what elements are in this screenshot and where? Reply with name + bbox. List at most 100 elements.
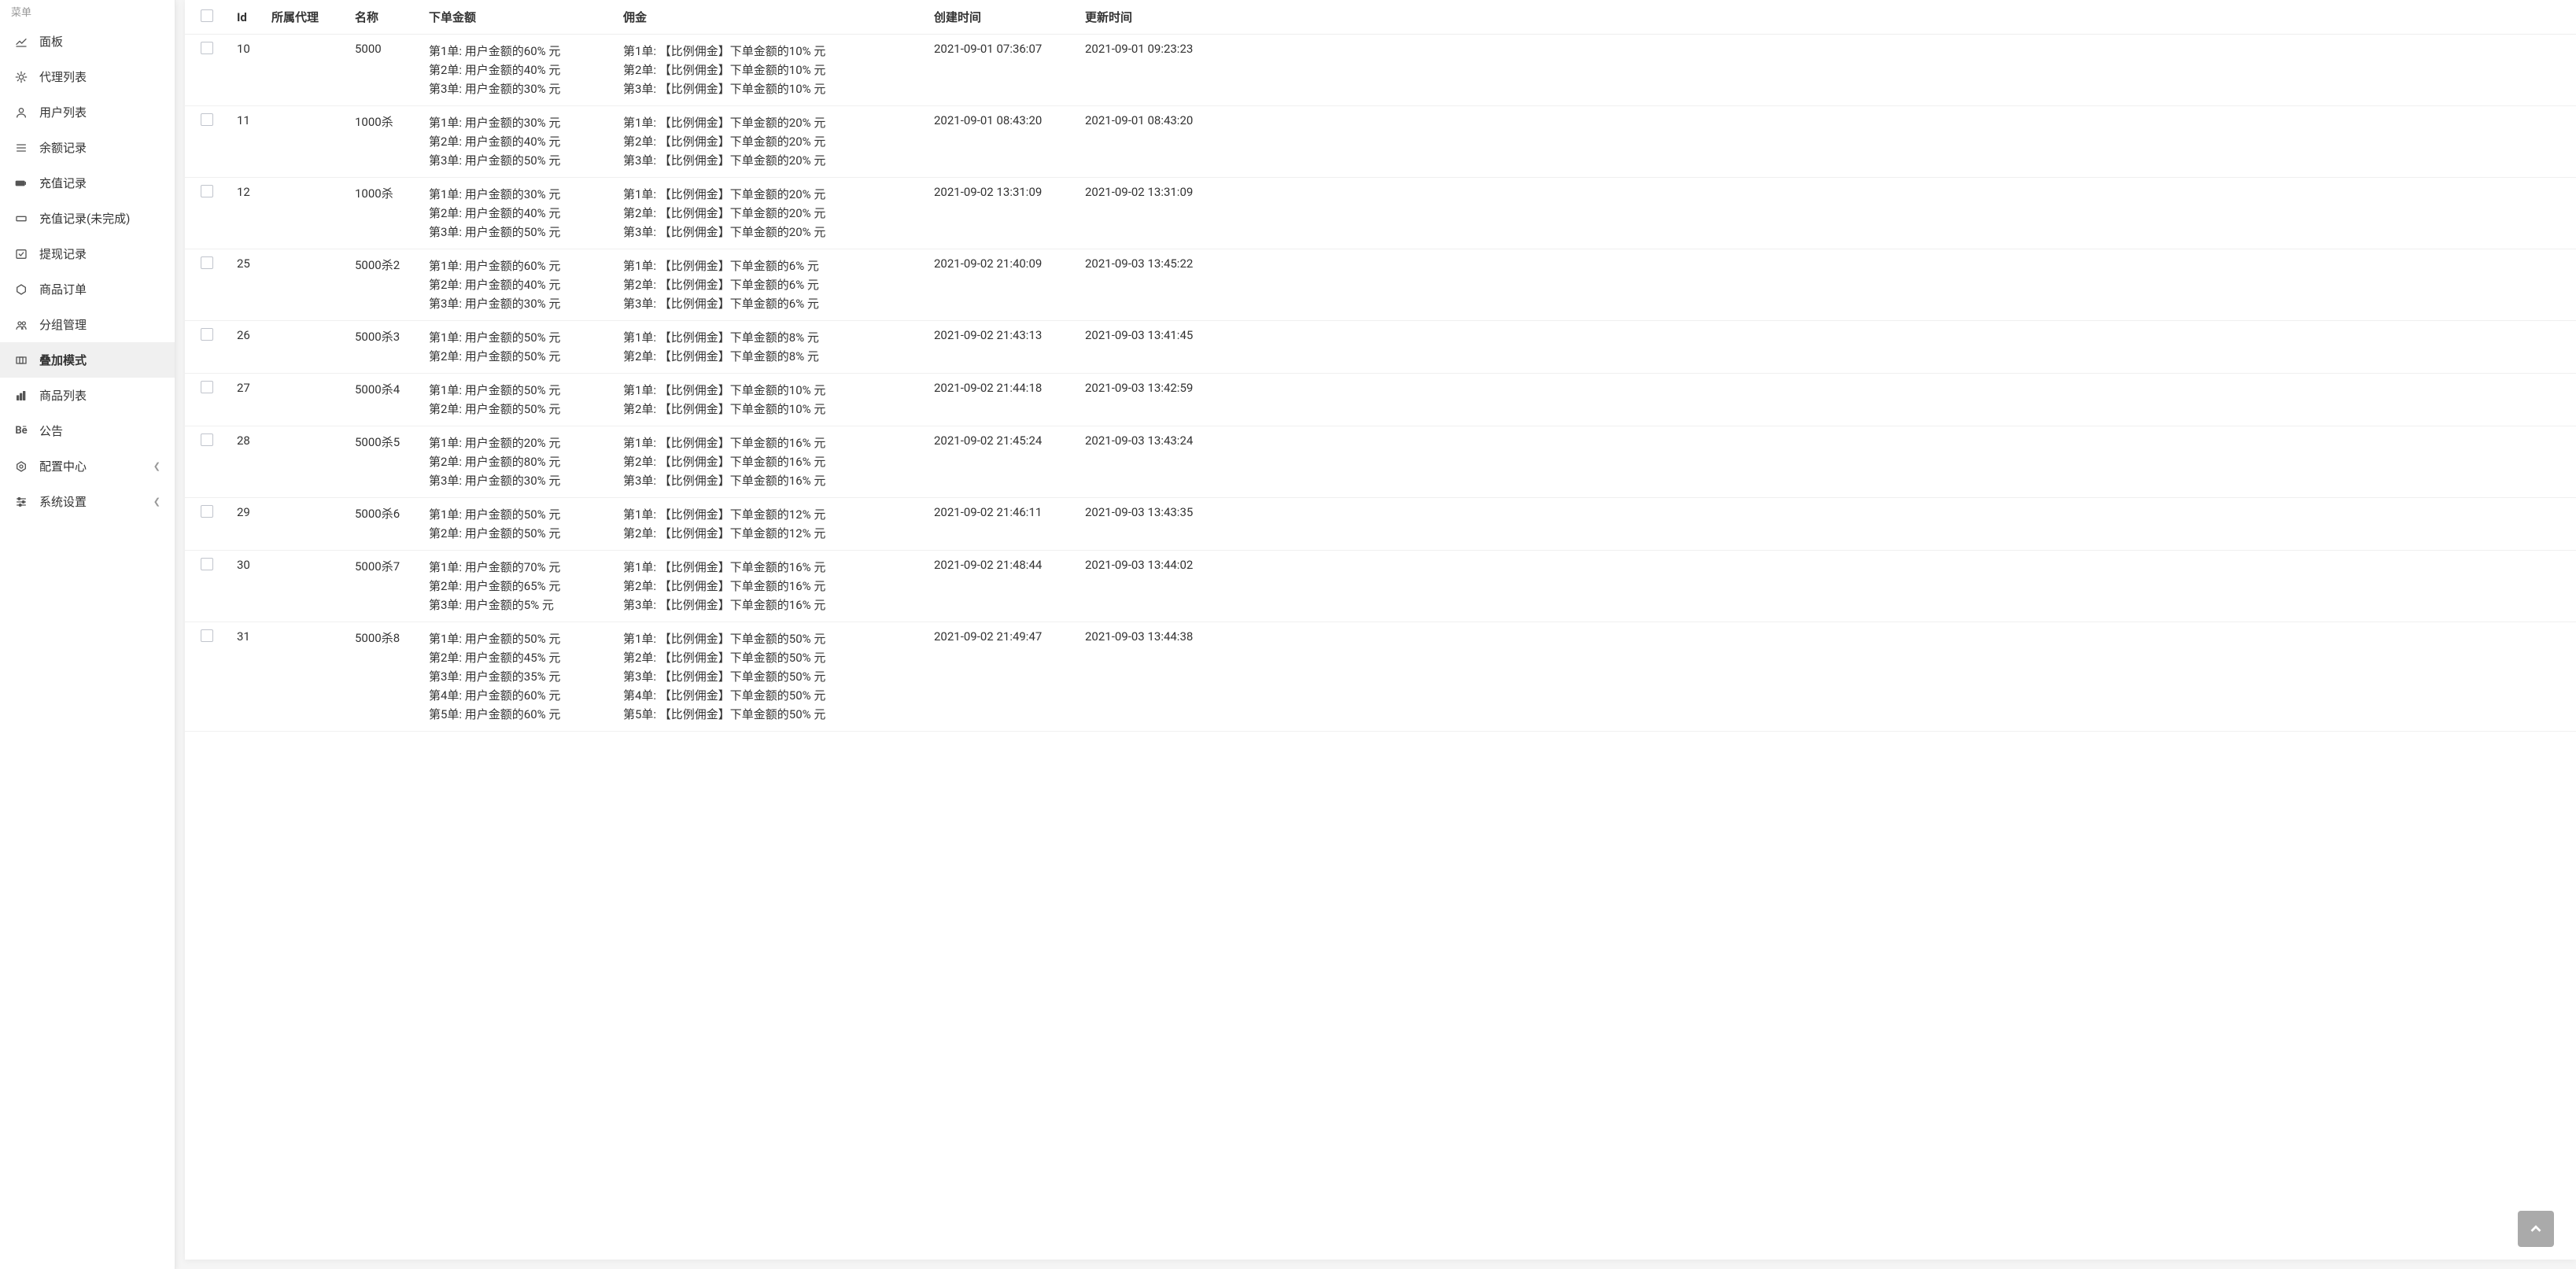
header-created[interactable]: 创建时间 (926, 0, 1077, 35)
users-icon (14, 318, 28, 332)
chart-icon (14, 35, 28, 49)
cell-name: 1000杀 (347, 106, 421, 178)
cell-name: 5000杀8 (347, 622, 421, 732)
sidebar-item-6[interactable]: 提现记录 (0, 236, 175, 271)
cell-updated: 2021-09-03 13:43:24 (1077, 426, 2576, 498)
header-name[interactable]: 名称 (347, 0, 421, 35)
row-checkbox[interactable] (201, 505, 213, 518)
cell-created: 2021-09-02 21:46:11 (926, 498, 1077, 551)
cell-agent (264, 551, 347, 622)
cell-updated: 2021-09-03 13:43:35 (1077, 498, 2576, 551)
table-row[interactable]: 305000杀7第1单: 用户金额的70% 元第2单: 用户金额的65% 元第3… (185, 551, 2576, 622)
row-checkbox[interactable] (201, 433, 213, 446)
select-all-checkbox[interactable] (201, 9, 213, 22)
sidebar-item-label: 商品列表 (39, 387, 161, 404)
header-id[interactable]: Id (229, 0, 264, 35)
row-checkbox[interactable] (201, 629, 213, 642)
sidebar-item-label: 分组管理 (39, 316, 161, 333)
cell-name: 5000杀3 (347, 321, 421, 374)
check-icon (14, 247, 28, 261)
table-row[interactable]: 295000杀6第1单: 用户金额的50% 元第2单: 用户金额的50% 元第1… (185, 498, 2576, 551)
row-checkbox[interactable] (201, 113, 213, 126)
sun-icon (14, 70, 28, 84)
table-row[interactable]: 265000杀3第1单: 用户金额的50% 元第2单: 用户金额的50% 元第1… (185, 321, 2576, 374)
sidebar-item-label: 商品订单 (39, 281, 161, 297)
cell-id: 28 (229, 426, 264, 498)
cell-name: 5000杀2 (347, 249, 421, 321)
header-agent[interactable]: 所属代理 (264, 0, 347, 35)
cell-commission: 第1单: 【比例佣金】下单金额的20% 元第2单: 【比例佣金】下单金额的20%… (615, 106, 926, 178)
cell-commission: 第1单: 【比例佣金】下单金额的20% 元第2单: 【比例佣金】下单金额的20%… (615, 178, 926, 249)
cell-created: 2021-09-02 21:40:09 (926, 249, 1077, 321)
table-row[interactable]: 275000杀4第1单: 用户金额的50% 元第2单: 用户金额的50% 元第1… (185, 374, 2576, 426)
cell-created: 2021-09-02 21:49:47 (926, 622, 1077, 732)
row-checkbox[interactable] (201, 381, 213, 393)
table-row[interactable]: 121000杀第1单: 用户金额的30% 元第2单: 用户金额的40% 元第3单… (185, 178, 2576, 249)
sidebar-item-1[interactable]: 代理列表 (0, 59, 175, 94)
cell-id: 11 (229, 106, 264, 178)
cell-id: 26 (229, 321, 264, 374)
cell-amount: 第1单: 用户金额的50% 元第2单: 用户金额的50% 元 (421, 498, 615, 551)
row-checkbox[interactable] (201, 558, 213, 570)
table-row[interactable]: 315000杀8第1单: 用户金额的50% 元第2单: 用户金额的45% 元第3… (185, 622, 2576, 732)
cell-id: 27 (229, 374, 264, 426)
table-row[interactable]: 111000杀第1单: 用户金额的30% 元第2单: 用户金额的40% 元第3单… (185, 106, 2576, 178)
cell-name: 5000杀7 (347, 551, 421, 622)
cell-agent (264, 106, 347, 178)
sidebar-item-3[interactable]: 余额记录 (0, 130, 175, 165)
cell-updated: 2021-09-03 13:44:02 (1077, 551, 2576, 622)
header-updated[interactable]: 更新时间 (1077, 0, 2576, 35)
cell-created: 2021-09-02 21:43:13 (926, 321, 1077, 374)
sidebar-item-label: 系统设置 (39, 493, 142, 510)
cell-id: 25 (229, 249, 264, 321)
cell-commission: 第1单: 【比例佣金】下单金额的16% 元第2单: 【比例佣金】下单金额的16%… (615, 426, 926, 498)
cell-commission: 第1单: 【比例佣金】下单金额的12% 元第2单: 【比例佣金】下单金额的12%… (615, 498, 926, 551)
header-checkbox-cell (185, 0, 229, 35)
row-checkbox[interactable] (201, 185, 213, 197)
cell-id: 29 (229, 498, 264, 551)
sliders-icon (14, 495, 28, 509)
cell-updated: 2021-09-03 13:41:45 (1077, 321, 2576, 374)
sidebar-item-label: 余额记录 (39, 139, 161, 156)
sidebar-item-8[interactable]: 分组管理 (0, 307, 175, 342)
table-row[interactable]: 255000杀2第1单: 用户金额的60% 元第2单: 用户金额的40% 元第3… (185, 249, 2576, 321)
sidebar-item-0[interactable]: 面板 (0, 24, 175, 59)
header-commission[interactable]: 佣金 (615, 0, 926, 35)
cell-created: 2021-09-01 07:36:07 (926, 35, 1077, 106)
sidebar-item-12[interactable]: 配置中心❮ (0, 448, 175, 484)
cell-agent (264, 35, 347, 106)
header-amount[interactable]: 下单金额 (421, 0, 615, 35)
sidebar-item-label: 代理列表 (39, 68, 161, 85)
cell-amount: 第1单: 用户金额的50% 元第2单: 用户金额的50% 元 (421, 374, 615, 426)
sidebar-item-13[interactable]: 系统设置❮ (0, 484, 175, 519)
sidebar-item-label: 面板 (39, 33, 161, 50)
sidebar-item-10[interactable]: 商品列表 (0, 378, 175, 413)
sidebar-item-label: 充值记录(未完成) (39, 210, 161, 227)
row-checkbox[interactable] (201, 328, 213, 341)
sidebar-item-4[interactable]: 充值记录 (0, 165, 175, 201)
sidebar-item-9[interactable]: 叠加模式 (0, 342, 175, 378)
cell-id: 10 (229, 35, 264, 106)
cell-created: 2021-09-02 21:48:44 (926, 551, 1077, 622)
sidebar-item-5[interactable]: 充值记录(未完成) (0, 201, 175, 236)
row-checkbox[interactable] (201, 256, 213, 269)
table-row[interactable]: 285000杀5第1单: 用户金额的20% 元第2单: 用户金额的80% 元第3… (185, 426, 2576, 498)
cell-id: 12 (229, 178, 264, 249)
sidebar-item-2[interactable]: 用户列表 (0, 94, 175, 130)
cell-commission: 第1单: 【比例佣金】下单金额的50% 元第2单: 【比例佣金】下单金额的50%… (615, 622, 926, 732)
scroll-top-button[interactable] (2518, 1211, 2554, 1247)
layers-icon (14, 353, 28, 367)
chevron-up-icon (2527, 1220, 2545, 1238)
cell-created: 2021-09-02 13:31:09 (926, 178, 1077, 249)
table-row[interactable]: 105000第1单: 用户金额的60% 元第2单: 用户金额的40% 元第3单:… (185, 35, 2576, 106)
cell-updated: 2021-09-03 13:44:38 (1077, 622, 2576, 732)
row-checkbox[interactable] (201, 42, 213, 54)
content-area: Id 所属代理 名称 下单金额 佣金 创建时间 更新时间 105000第1单: … (185, 0, 2576, 1260)
sidebar-item-7[interactable]: 商品订单 (0, 271, 175, 307)
data-table: Id 所属代理 名称 下单金额 佣金 创建时间 更新时间 105000第1单: … (185, 0, 2576, 732)
cell-agent (264, 178, 347, 249)
sidebar-item-11[interactable]: Bē公告 (0, 413, 175, 448)
sidebar-item-label: 充值记录 (39, 175, 161, 191)
cell-commission: 第1单: 【比例佣金】下单金额的10% 元第2单: 【比例佣金】下单金额的10%… (615, 374, 926, 426)
bar-icon (14, 389, 28, 403)
